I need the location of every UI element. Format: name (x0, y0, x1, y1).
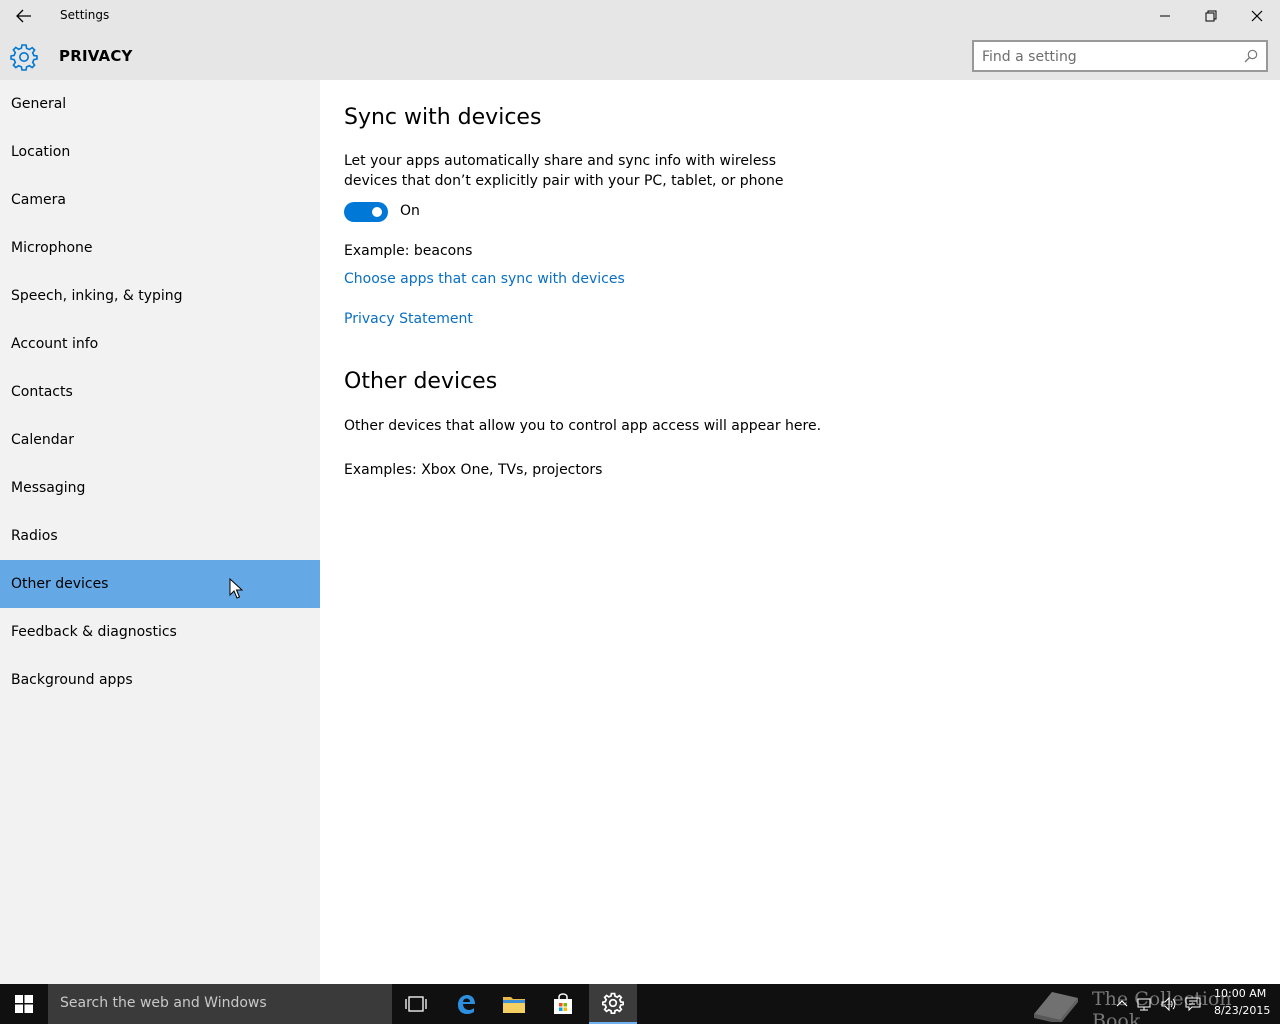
back-button[interactable] (0, 0, 48, 32)
clock-date[interactable]: 8/23/2015 (1214, 1004, 1270, 1017)
sidebar-item-location[interactable]: Location (0, 128, 320, 176)
other-devices-examples: Examples: Xbox One, TVs, projectors (344, 462, 603, 478)
settings-header: PRIVACY (0, 32, 1280, 80)
clock-time[interactable]: 10:00 AM (1214, 987, 1266, 1000)
settings-gear-icon (602, 992, 624, 1014)
sidebar-item-camera[interactable]: Camera (0, 176, 320, 224)
sidebar-item-contacts[interactable]: Contacts (0, 368, 320, 416)
book-watermark-icon (1034, 992, 1078, 1022)
sidebar-item-radios[interactable]: Radios (0, 512, 320, 560)
edge-button[interactable] (442, 984, 490, 1024)
settings-taskbar-button[interactable] (589, 984, 637, 1024)
sync-example: Example: beacons (344, 243, 473, 259)
sync-description-line1: Let your apps automatically share and sy… (344, 153, 777, 169)
action-center-icon[interactable] (1185, 996, 1201, 1012)
windows-logo-icon (15, 995, 33, 1013)
sidebar-item-calendar[interactable]: Calendar (0, 416, 320, 464)
edge-browser-icon (458, 995, 475, 1014)
task-view-button[interactable] (392, 984, 440, 1024)
choose-apps-link[interactable]: Choose apps that can sync with devices (344, 271, 625, 287)
close-icon (1251, 10, 1263, 22)
gear-icon (10, 44, 38, 71)
minimize-button[interactable] (1142, 0, 1188, 32)
taskbar-search-box[interactable]: Search the web and Windows (48, 984, 392, 1024)
start-button[interactable] (0, 984, 48, 1024)
close-button[interactable] (1234, 0, 1280, 32)
sidebar-item-other-devices[interactable]: Other devices (0, 560, 320, 608)
title-bar: Settings (0, 0, 1280, 32)
toggle-knob (372, 207, 382, 217)
other-devices-description: Other devices that allow you to control … (344, 418, 822, 434)
store-button[interactable] (539, 984, 587, 1024)
file-explorer-button[interactable] (490, 984, 538, 1024)
sidebar-item-feedback[interactable]: Feedback & diagnostics (0, 608, 320, 656)
sidebar-item-messaging[interactable]: Messaging (0, 464, 320, 512)
search-box[interactable] (972, 40, 1268, 72)
window-title: Settings (60, 8, 110, 22)
search-icon[interactable] (1244, 49, 1258, 63)
sidebar: General Location Camera Microphone Speec… (0, 80, 320, 984)
search-input[interactable] (982, 47, 1232, 67)
sidebar-item-general[interactable]: General (0, 80, 320, 128)
mouse-cursor-icon (229, 578, 243, 599)
chevron-up-icon[interactable] (1114, 996, 1130, 1012)
main-content: Sync with devices Let your apps automati… (320, 80, 1280, 984)
store-bag-icon (554, 993, 572, 1014)
taskbar-search-text: Search the web and Windows (60, 995, 267, 1011)
volume-icon[interactable] (1160, 996, 1176, 1012)
folder-icon (503, 997, 525, 1013)
minimize-icon (1160, 15, 1170, 17)
privacy-statement-link[interactable]: Privacy Statement (344, 311, 473, 327)
restore-icon (1205, 10, 1217, 22)
sidebar-item-account-info[interactable]: Account info (0, 320, 320, 368)
task-view-icon (405, 996, 427, 1012)
sidebar-item-speech[interactable]: Speech, inking, & typing (0, 272, 320, 320)
section-title: PRIVACY (59, 47, 133, 65)
sidebar-item-background-apps[interactable]: Background apps (0, 656, 320, 704)
restore-button[interactable] (1188, 0, 1234, 32)
sync-description-line2: devices that don’t explicitly pair with … (344, 173, 784, 189)
sidebar-item-microphone[interactable]: Microphone (0, 224, 320, 272)
network-icon[interactable] (1136, 996, 1152, 1012)
sync-toggle[interactable] (344, 202, 388, 222)
other-devices-heading: Other devices (344, 369, 498, 394)
toggle-state-label: On (400, 203, 420, 219)
taskbar: Search the web and Windows The Collectio… (0, 984, 1280, 1024)
back-arrow-icon (16, 9, 31, 23)
sync-heading: Sync with devices (344, 105, 542, 130)
